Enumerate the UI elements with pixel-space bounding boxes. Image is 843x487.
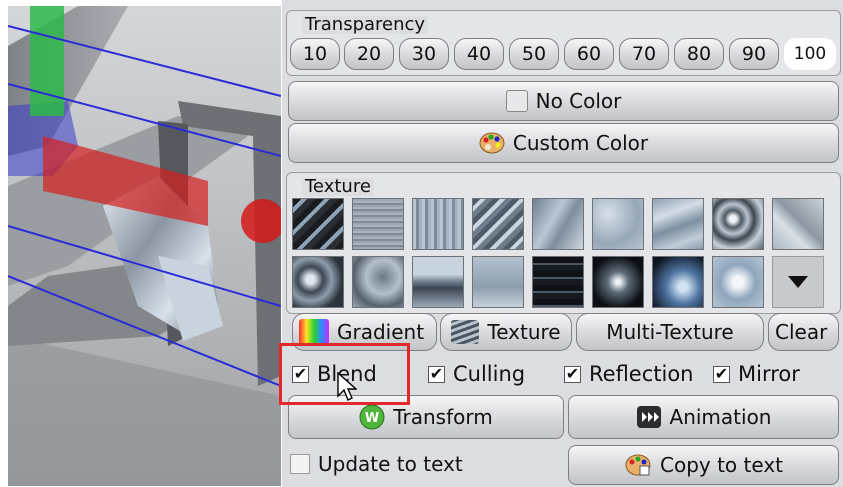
reflection-option[interactable]: ✔ Reflection xyxy=(564,362,694,386)
animation-button[interactable]: Animation xyxy=(568,395,839,439)
culling-checkbox[interactable]: ✔ xyxy=(428,365,445,383)
texture-swatch-frosted[interactable] xyxy=(592,198,644,250)
transparency-10-button[interactable]: 10 xyxy=(290,38,340,70)
properties-panel: Transparency 10 20 30 40 50 60 70 80 90 … xyxy=(282,0,843,487)
3d-viewport[interactable] xyxy=(8,6,281,486)
custom-color-button[interactable]: Custom Color xyxy=(288,123,839,163)
texture-swatch-hammered[interactable] xyxy=(352,256,404,308)
multi-texture-button[interactable]: Multi-Texture xyxy=(576,313,764,351)
texture-stack-icon xyxy=(451,320,480,344)
texture-title: Texture xyxy=(302,178,374,196)
transparency-90-button[interactable]: 90 xyxy=(729,38,779,70)
texture-swatch-diagonal-light[interactable] xyxy=(472,198,524,250)
texture-swatch-brushed-vertical[interactable] xyxy=(412,198,464,250)
texture-swatch-horizon-reflection[interactable] xyxy=(412,256,464,308)
transform-icon: W xyxy=(359,404,385,430)
texture-more-button[interactable] xyxy=(772,256,824,308)
transform-label: Transform xyxy=(393,405,493,429)
gradient-label: Gradient xyxy=(337,320,425,344)
update-to-text-option[interactable]: Update to text xyxy=(290,452,463,476)
gradient-icon xyxy=(299,319,329,345)
texture-swatch-crumpled-chrome[interactable] xyxy=(712,198,764,250)
no-color-label: No Color xyxy=(535,89,622,113)
texture-swatch-radial-dark[interactable] xyxy=(592,256,644,308)
texture-swatch-radial-blue[interactable] xyxy=(652,256,704,308)
texture-swatch-marble-grey[interactable] xyxy=(772,198,824,250)
transparency-70-button[interactable]: 70 xyxy=(619,38,669,70)
mirror-checkbox[interactable]: ✔ xyxy=(713,365,730,383)
texture-button-label: Texture xyxy=(487,320,561,344)
texture-swatch-wave-steel[interactable] xyxy=(652,198,704,250)
copy-icon xyxy=(624,453,652,477)
animation-icon xyxy=(636,405,662,429)
update-to-text-checkbox[interactable] xyxy=(290,454,310,474)
texture-swatch-liquid-dark[interactable] xyxy=(292,256,344,308)
mouse-cursor-icon xyxy=(337,372,357,401)
texture-swatch-brushed-horizontal[interactable] xyxy=(352,198,404,250)
palette-icon xyxy=(479,132,505,154)
empty-swatch-icon xyxy=(505,90,528,112)
reflection-label: Reflection xyxy=(589,362,694,386)
texture-swatch-radial-light[interactable] xyxy=(712,256,764,308)
update-to-text-label: Update to text xyxy=(318,452,463,476)
animation-label: Animation xyxy=(669,405,772,429)
culling-option[interactable]: ✔ Culling xyxy=(428,362,525,386)
transparency-30-button[interactable]: 30 xyxy=(399,38,449,70)
clear-label: Clear xyxy=(775,320,828,344)
transparency-80-button[interactable]: 80 xyxy=(674,38,724,70)
scene-render xyxy=(8,6,281,486)
transparency-50-button[interactable]: 50 xyxy=(509,38,559,70)
transparency-20-button[interactable]: 20 xyxy=(344,38,394,70)
transparency-40-button[interactable]: 40 xyxy=(454,38,504,70)
mirror-label: Mirror xyxy=(738,362,800,386)
clear-button[interactable]: Clear xyxy=(768,313,839,351)
custom-color-label: Custom Color xyxy=(512,131,649,155)
svg-text:W: W xyxy=(365,411,379,426)
transparency-100-button[interactable]: 100 xyxy=(784,38,836,70)
reflection-checkbox[interactable]: ✔ xyxy=(564,365,581,383)
texture-swatch-scratched-steel[interactable] xyxy=(532,198,584,250)
transparency-60-button[interactable]: 60 xyxy=(564,38,614,70)
texture-swatch-dark-stripes[interactable] xyxy=(532,256,584,308)
no-color-button[interactable]: No Color xyxy=(288,81,839,121)
copy-to-text-label: Copy to text xyxy=(660,453,783,477)
down-triangle-icon xyxy=(788,276,808,288)
mirror-option[interactable]: ✔ Mirror xyxy=(713,362,800,386)
multi-texture-label: Multi-Texture xyxy=(606,320,734,344)
culling-label: Culling xyxy=(453,362,526,386)
transparency-title: Transparency xyxy=(302,16,429,34)
texture-button[interactable]: Texture xyxy=(440,313,572,351)
texture-swatch-diagonal-dark[interactable] xyxy=(292,198,344,250)
copy-to-text-button[interactable]: Copy to text xyxy=(568,445,839,485)
texture-swatch-soft-gradient[interactable] xyxy=(472,256,524,308)
